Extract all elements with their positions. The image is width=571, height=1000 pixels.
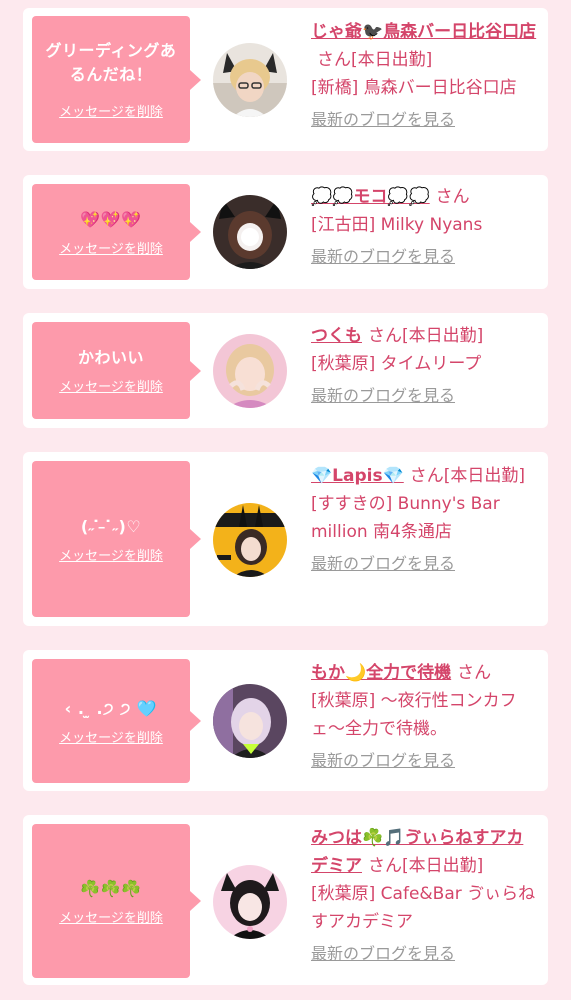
latest-blog-link[interactable]: 最新のブログを見る bbox=[311, 747, 455, 775]
shop-label: [秋葉原] Cafe&Bar ゔぃらねすアカデミア bbox=[311, 884, 536, 932]
delete-message-link[interactable]: メッセージを削除 bbox=[59, 727, 163, 746]
message-card: (˶ ̇ ̵ ̇˶)♡ メッセージを削除 💎Lapis💎 さん[本日出勤] [すす… bbox=[23, 452, 548, 626]
message-text: ‹ . ̫ .੭ ੭ 🩵 bbox=[64, 698, 158, 718]
delete-message-link[interactable]: メッセージを削除 bbox=[59, 101, 163, 120]
cast-info: もか🌙全力で待機 さん [秋葉原] 〜夜行性コンカフェ〜全力で待機。 最新のブログ… bbox=[311, 659, 539, 775]
message-card: ‹ . ̫ .੭ ੭ 🩵 メッセージを削除 もか🌙全力で待機 さん [秋葉原] 〜… bbox=[23, 650, 548, 791]
avatar[interactable] bbox=[213, 503, 287, 577]
message-bubble: ☘️☘️☘️ メッセージを削除 bbox=[32, 824, 201, 978]
cast-name-link[interactable]: 💎Lapis💎 bbox=[311, 466, 404, 486]
cast-name-link[interactable]: じゃ爺🐦‍⬛鳥森バー日比谷口店 bbox=[311, 22, 536, 42]
message-card: 💖💖💖 メッセージを削除 💭💭モコ💭💭 さん [江古田] Milky Nyans … bbox=[23, 175, 548, 289]
message-text: ☘️☘️☘️ bbox=[80, 878, 142, 898]
cast-info: つくも さん[本日出勤] [秋葉原] タイムリープ 最新のブログを見る bbox=[311, 322, 539, 410]
message-list: グリーディングあるんだね！ メッセージを削除 じゃ爺🐦‍⬛鳥森バー日比谷口店さん… bbox=[0, 0, 571, 1000]
delete-message-link[interactable]: メッセージを削除 bbox=[59, 545, 163, 564]
honorific: さん bbox=[409, 466, 444, 486]
latest-blog-link[interactable]: 最新のブログを見る bbox=[311, 382, 455, 410]
delete-message-link[interactable]: メッセージを削除 bbox=[59, 907, 163, 926]
message-bubble: かわいい メッセージを削除 bbox=[32, 322, 201, 419]
delete-message-link[interactable]: メッセージを削除 bbox=[59, 238, 163, 257]
message-card: ☘️☘️☘️ メッセージを削除 みつは☘️🎵ゔぃらねすアカデミア さん[本日出勤]… bbox=[23, 815, 548, 985]
cast-info: みつは☘️🎵ゔぃらねすアカデミア さん[本日出勤] [秋葉原] Cafe&Bar … bbox=[311, 824, 539, 968]
cast-name-link[interactable]: もか🌙全力で待機 bbox=[311, 663, 451, 683]
avatar[interactable] bbox=[213, 334, 287, 408]
message-text: 💖💖💖 bbox=[80, 209, 142, 229]
cast-info: じゃ爺🐦‍⬛鳥森バー日比谷口店さん[本日出勤] [新橋] 鳥森バー日比谷口店 最… bbox=[311, 18, 539, 134]
shop-label: [新橋] 鳥森バー日比谷口店 bbox=[311, 78, 517, 98]
latest-blog-link[interactable]: 最新のブログを見る bbox=[311, 243, 455, 271]
cast-info: 💭💭モコ💭💭 さん [江古田] Milky Nyans 最新のブログを見る bbox=[311, 183, 539, 271]
message-card: グリーディングあるんだね！ メッセージを削除 じゃ爺🐦‍⬛鳥森バー日比谷口店さん… bbox=[23, 8, 548, 151]
message-bubble: グリーディングあるんだね！ メッセージを削除 bbox=[32, 16, 201, 143]
attendance-status: [本日出勤] bbox=[443, 466, 526, 486]
latest-blog-link[interactable]: 最新のブログを見る bbox=[311, 106, 455, 134]
cast-name-link[interactable]: つくも bbox=[311, 326, 362, 346]
avatar[interactable] bbox=[213, 195, 287, 269]
avatar[interactable] bbox=[213, 684, 287, 758]
honorific: さん bbox=[368, 326, 402, 346]
honorific: さん bbox=[435, 187, 470, 207]
message-text: (˶ ̇ ̵ ̇˶)♡ bbox=[80, 516, 142, 536]
shop-label: [秋葉原] タイムリープ bbox=[311, 354, 482, 374]
avatar[interactable] bbox=[213, 43, 287, 117]
cast-name-link[interactable]: 💭💭モコ💭💭 bbox=[311, 187, 430, 207]
attendance-status: [本日出勤] bbox=[351, 50, 433, 70]
avatar[interactable] bbox=[213, 865, 287, 939]
latest-blog-link[interactable]: 最新のブログを見る bbox=[311, 940, 455, 968]
message-bubble: 💖💖💖 メッセージを削除 bbox=[32, 184, 201, 280]
cast-info: 💎Lapis💎 さん[本日出勤] [すすきの] Bunny's Bar milli… bbox=[311, 462, 539, 578]
message-card: かわいい メッセージを削除 つくも さん[本日出勤] [秋葉原] タイムリープ 最… bbox=[23, 313, 548, 428]
shop-label: [すすきの] Bunny's Bar million 南4条通店 bbox=[311, 494, 500, 542]
attendance-status: [本日出勤] bbox=[402, 856, 484, 876]
honorific: さん bbox=[317, 50, 351, 70]
delete-message-link[interactable]: メッセージを削除 bbox=[59, 376, 163, 395]
message-text: かわいい bbox=[77, 348, 144, 367]
honorific: さん bbox=[457, 663, 492, 683]
honorific: さん bbox=[368, 856, 402, 876]
attendance-status: [本日出勤] bbox=[402, 326, 484, 346]
message-bubble: ‹ . ̫ .੭ ੭ 🩵 メッセージを削除 bbox=[32, 659, 201, 783]
message-text: グリーディングあるんだね！ bbox=[45, 41, 177, 84]
shop-label: [江古田] Milky Nyans bbox=[311, 215, 483, 235]
message-bubble: (˶ ̇ ̵ ̇˶)♡ メッセージを削除 bbox=[32, 461, 201, 617]
latest-blog-link[interactable]: 最新のブログを見る bbox=[311, 550, 455, 578]
shop-label: [秋葉原] 〜夜行性コンカフェ〜全力で待機。 bbox=[311, 691, 517, 739]
